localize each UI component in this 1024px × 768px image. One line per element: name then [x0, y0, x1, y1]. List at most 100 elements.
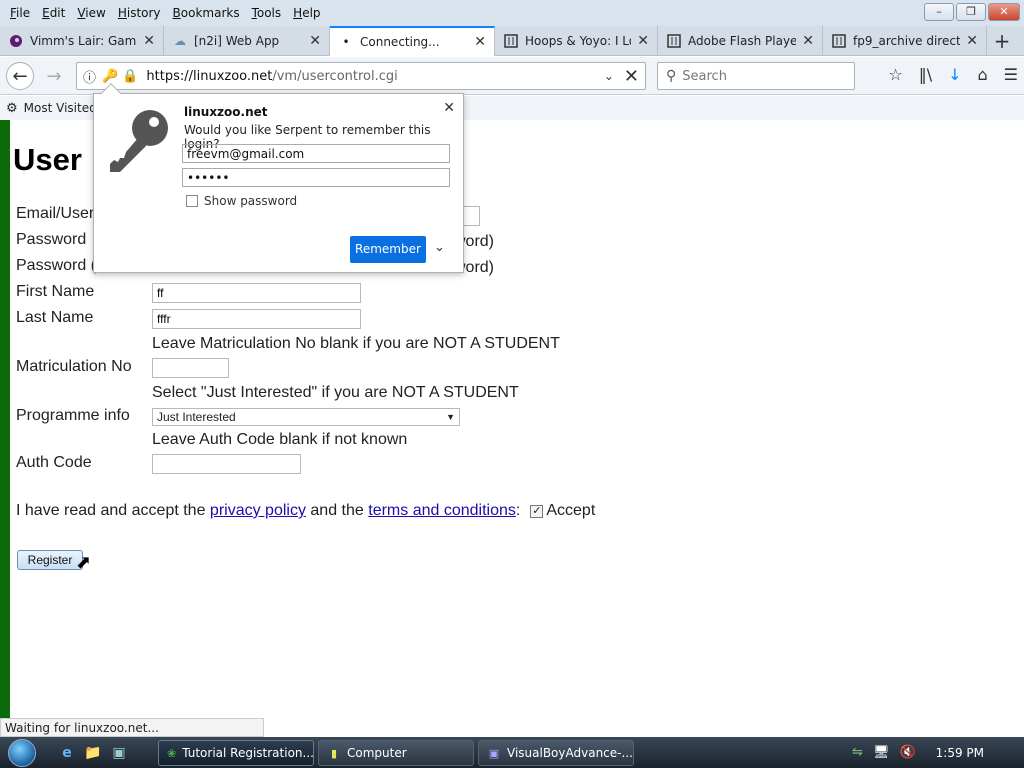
close-tab-icon[interactable]: ✕: [309, 33, 321, 49]
menu-file[interactable]: File: [4, 6, 36, 20]
url-text[interactable]: https://linuxzoo.net/vm/usercontrol.cgi: [146, 69, 603, 84]
programme-hint: Select "Just Interested" if you are NOT …: [152, 384, 519, 401]
tab-vimms-lair[interactable]: Vimm's Lair: Game ✕: [0, 26, 164, 56]
terms-link[interactable]: terms and conditions: [368, 502, 516, 520]
menu-edit[interactable]: Edit: [36, 6, 71, 20]
popup-username-field[interactable]: freevm@gmail.com: [182, 144, 450, 163]
minimize-button[interactable]: –: [924, 3, 954, 21]
gameboy-icon: ▣: [488, 746, 500, 760]
menu-history[interactable]: History: [112, 6, 167, 20]
dropdown-arrow-icon: ▼: [446, 412, 455, 422]
page-favicon-icon: [831, 33, 847, 49]
chevron-down-icon[interactable]: ⌄: [434, 240, 445, 255]
menu-bookmarks[interactable]: Bookmarks: [167, 6, 246, 20]
tab-n2i-web-app[interactable]: ☁ [n2i] Web App ✕: [164, 26, 330, 56]
back-button[interactable]: ←: [6, 62, 34, 90]
new-tab-button[interactable]: +: [987, 26, 1017, 56]
close-tab-icon[interactable]: ✕: [143, 33, 155, 49]
menu-view[interactable]: View: [71, 6, 111, 20]
register-button[interactable]: Register: [17, 550, 83, 570]
show-password-checkbox[interactable]: [186, 195, 198, 207]
monitor-icon[interactable]: 🖥: [873, 745, 890, 760]
download-icon[interactable]: ↓: [948, 65, 961, 84]
lock-icon[interactable]: 🔒: [122, 69, 138, 84]
auth-code-field[interactable]: [152, 454, 301, 474]
computer-icon: ▮: [330, 746, 338, 760]
close-tab-icon[interactable]: ✕: [802, 33, 814, 49]
volume-muted-icon[interactable]: 🔇: [899, 745, 915, 760]
key-icon[interactable]: 🔑: [102, 69, 118, 84]
restore-button[interactable]: ❐: [956, 3, 986, 21]
address-bar[interactable]: ⓘ 🔑 🔒 https://linuxzoo.net/vm/usercontro…: [76, 62, 646, 90]
popup-site: linuxzoo.net: [184, 105, 268, 119]
taskbar-button-visualboyadvance[interactable]: ▣ VisualBoyAdvance-...: [478, 740, 634, 766]
tab-connecting[interactable]: • Connecting... ✕: [330, 26, 495, 56]
close-tab-icon[interactable]: ✕: [637, 33, 649, 49]
close-tab-icon[interactable]: ✕: [474, 34, 486, 50]
accept-and-text: and the: [310, 502, 364, 519]
system-tray: ⇋ 🖥 🔇 1:59 PM: [852, 737, 1024, 768]
info-icon[interactable]: ⓘ: [83, 67, 96, 86]
stop-icon[interactable]: ✕: [624, 66, 639, 87]
popup-password-field[interactable]: ••••••: [182, 168, 450, 187]
taskbar-button-computer[interactable]: ▮ Computer: [318, 740, 474, 766]
search-placeholder: Search: [682, 68, 727, 84]
page-favicon-icon: [503, 33, 519, 49]
tab-label: [n2i] Web App: [194, 34, 280, 48]
bookmark-most-visited[interactable]: Most Visited: [24, 101, 97, 115]
taskbar-label: Tutorial Registration...: [182, 746, 314, 760]
matric-label: Matriculation No: [16, 358, 132, 375]
serpent-browser-icon: ❀: [167, 746, 177, 760]
tab-label: Hoops & Yoyo: I Lo: [525, 34, 632, 48]
show-desktop-icon[interactable]: ▣: [110, 744, 128, 762]
auth-label: Auth Code: [16, 454, 92, 471]
taskbar-button-firefox[interactable]: ❀ Tutorial Registration...: [158, 740, 314, 766]
accept-checkbox[interactable]: ✓: [530, 504, 544, 518]
programme-select[interactable]: Just Interested ▼: [152, 408, 460, 426]
home-icon[interactable]: ⌂: [978, 65, 988, 84]
search-input[interactable]: ⚲ Search: [657, 62, 855, 90]
auth-hint: Leave Auth Code blank if not known: [152, 431, 408, 448]
close-icon[interactable]: ✕: [443, 100, 455, 116]
menu-bar: File Edit View History Bookmarks Tools H…: [0, 0, 1024, 26]
first-name-field[interactable]: ff: [152, 283, 361, 303]
show-password-option[interactable]: Show password: [186, 194, 297, 208]
show-password-label: Show password: [204, 194, 298, 208]
chevron-down-icon[interactable]: ⌄: [604, 69, 614, 83]
menu-help[interactable]: Help: [287, 6, 326, 20]
accept-label: Accept: [546, 502, 596, 519]
privacy-policy-link[interactable]: privacy policy: [210, 502, 306, 520]
matric-field[interactable]: [152, 358, 229, 378]
taskbar-label: VisualBoyAdvance-...: [507, 746, 633, 760]
folder-icon[interactable]: 📁: [84, 744, 102, 762]
menu-tools[interactable]: Tools: [246, 6, 288, 20]
tab-label: fp9_archive directo: [853, 34, 961, 48]
email-label: Email/User: [16, 205, 95, 222]
tab-label: Adobe Flash Player: [688, 34, 797, 48]
network-icon[interactable]: ⇋: [852, 745, 863, 760]
last-name-field[interactable]: fffr: [152, 309, 361, 329]
hamburger-menu-icon[interactable]: ☰: [1004, 65, 1018, 84]
remember-button[interactable]: Remember: [350, 236, 426, 263]
taskbar-label: Computer: [347, 746, 407, 760]
close-tab-icon[interactable]: ✕: [966, 33, 978, 49]
tab-fp9-archive[interactable]: fp9_archive directo ✕: [823, 26, 987, 56]
forward-button[interactable]: →: [40, 63, 68, 89]
taskbar: e 📁 ▣ ❀ Tutorial Registration... ▮ Compu…: [0, 737, 1024, 768]
tab-adobe-flash[interactable]: Adobe Flash Player ✕: [658, 26, 823, 56]
save-login-popup: linuxzoo.net Would you like Serpent to r…: [93, 83, 464, 273]
tab-strip: Vimm's Lair: Game ✕ ☁ [n2i] Web App ✕ • …: [0, 26, 1024, 56]
clock[interactable]: 1:59 PM: [936, 746, 984, 760]
internet-explorer-icon[interactable]: e: [58, 744, 76, 762]
password-again-label: Password (: [16, 257, 97, 274]
matric-hint: Leave Matriculation No blank if you are …: [152, 335, 560, 352]
tab-label: Vimm's Lair: Game: [30, 34, 138, 48]
page-title: User: [13, 142, 82, 177]
close-window-button[interactable]: ✕: [988, 3, 1020, 21]
loading-icon: •: [342, 35, 350, 49]
start-button[interactable]: [0, 737, 44, 768]
bookmark-star-icon[interactable]: ☆: [888, 65, 902, 84]
tab-hoops-yoyo[interactable]: Hoops & Yoyo: I Lo ✕: [495, 26, 658, 56]
key-icon: [104, 104, 174, 174]
library-icon[interactable]: ‖\: [919, 65, 932, 84]
